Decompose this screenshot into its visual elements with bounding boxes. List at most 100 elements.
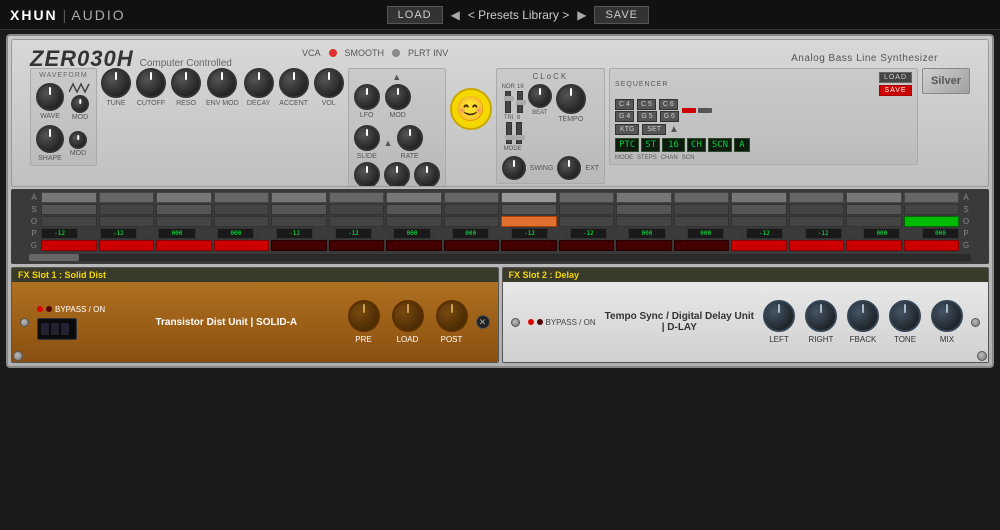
step-s-9[interactable] xyxy=(501,204,557,215)
seq-g6[interactable]: G 6 xyxy=(660,111,679,122)
step-a-13[interactable] xyxy=(731,192,787,203)
step-a-2[interactable] xyxy=(99,192,155,203)
step-g-14[interactable] xyxy=(789,240,845,251)
seq-g5[interactable]: G 5 xyxy=(637,111,656,122)
set-btn[interactable]: SET xyxy=(642,124,666,135)
step-g-2[interactable] xyxy=(99,240,155,251)
right-triangle[interactable]: ▶ xyxy=(577,8,586,22)
pitch-9[interactable]: -12 xyxy=(511,228,548,239)
left-triangle[interactable]: ◀ xyxy=(451,8,460,22)
step-o-9-orange[interactable] xyxy=(501,216,557,227)
wave-knob[interactable] xyxy=(36,83,64,111)
seq-g4[interactable]: G 4 xyxy=(615,111,634,122)
step-o-12[interactable] xyxy=(674,216,730,227)
step-s-15[interactable] xyxy=(846,204,902,215)
step-g-13[interactable] xyxy=(731,240,787,251)
mod-knob-wave[interactable] xyxy=(71,95,89,113)
step-a-12[interactable] xyxy=(674,192,730,203)
step-s-12[interactable] xyxy=(674,204,730,215)
seq-c5[interactable]: C 5 xyxy=(637,99,656,110)
pitch-5[interactable]: -12 xyxy=(276,228,313,239)
pitch-7[interactable]: 000 xyxy=(393,228,430,239)
step-o-8[interactable] xyxy=(444,216,500,227)
fx2-left-knob[interactable] xyxy=(763,300,795,332)
reso-knob[interactable] xyxy=(171,68,201,98)
pitch-1[interactable]: -12 xyxy=(41,228,78,239)
step-o-13[interactable] xyxy=(731,216,787,227)
step-s-6[interactable] xyxy=(329,204,385,215)
fx1-post-knob[interactable] xyxy=(436,300,468,332)
step-g-3[interactable] xyxy=(156,240,212,251)
pitch-16[interactable]: 000 xyxy=(922,228,959,239)
beat-knob[interactable] xyxy=(528,84,552,108)
step-g-4[interactable] xyxy=(214,240,270,251)
step-a-3[interactable] xyxy=(156,192,212,203)
step-s-3[interactable] xyxy=(156,204,212,215)
step-o-7[interactable] xyxy=(386,216,442,227)
lfo-mod-knob[interactable] xyxy=(354,84,380,110)
step-o-2[interactable] xyxy=(99,216,155,227)
step-a-5[interactable] xyxy=(271,192,327,203)
seq-c6[interactable]: C 6 xyxy=(659,99,678,110)
step-s-16[interactable] xyxy=(904,204,960,215)
step-g-7[interactable] xyxy=(386,240,442,251)
pitch-14[interactable]: -12 xyxy=(805,228,842,239)
step-g-11[interactable] xyxy=(616,240,672,251)
step-s-4[interactable] xyxy=(214,204,270,215)
rate-knob[interactable] xyxy=(397,125,423,151)
step-a-1[interactable] xyxy=(41,192,97,203)
seq-c4[interactable]: C 4 xyxy=(615,99,634,110)
pitch-11[interactable]: 000 xyxy=(628,228,665,239)
tempo-knob[interactable] xyxy=(556,84,586,114)
fx2-right-knob[interactable] xyxy=(805,300,837,332)
pitch-15[interactable]: 000 xyxy=(863,228,900,239)
slide-knob[interactable] xyxy=(354,125,380,151)
nor-slider[interactable] xyxy=(505,91,511,113)
step-o-5[interactable] xyxy=(271,216,327,227)
step-a-8[interactable] xyxy=(444,192,500,203)
fx2-fback-knob[interactable] xyxy=(847,300,879,332)
step-o-16-green[interactable] xyxy=(904,216,960,227)
step-o-11[interactable] xyxy=(616,216,672,227)
step-a-6[interactable] xyxy=(329,192,385,203)
shape-knob[interactable] xyxy=(36,125,64,153)
fx1-close-btn[interactable]: ✕ xyxy=(476,315,490,329)
step-g-16[interactable] xyxy=(904,240,960,251)
step-g-8[interactable] xyxy=(444,240,500,251)
pitch-13[interactable]: -12 xyxy=(746,228,783,239)
step-g-9[interactable] xyxy=(501,240,557,251)
step-a-9[interactable] xyxy=(501,192,557,203)
fx2-mix-knob[interactable] xyxy=(931,300,963,332)
pitch-8[interactable]: 000 xyxy=(452,228,489,239)
silver-badge[interactable]: Silver xyxy=(922,68,970,94)
step-o-4[interactable] xyxy=(214,216,270,227)
pitch-10[interactable]: -12 xyxy=(570,228,607,239)
step-a-16[interactable] xyxy=(904,192,960,203)
lfo-mod-knob2[interactable] xyxy=(385,84,411,110)
step-s-1[interactable] xyxy=(41,204,97,215)
step-s-8[interactable] xyxy=(444,204,500,215)
step-a-15[interactable] xyxy=(846,192,902,203)
swing-knob[interactable] xyxy=(502,156,526,180)
env-mod-knob[interactable] xyxy=(207,68,237,98)
num16-slider[interactable] xyxy=(517,91,523,113)
ext-knob[interactable] xyxy=(557,156,581,180)
step-g-10[interactable] xyxy=(559,240,615,251)
load-button[interactable]: LOAD xyxy=(387,6,443,24)
step-g-15[interactable] xyxy=(846,240,902,251)
step-s-2[interactable] xyxy=(99,204,155,215)
smiley-face[interactable]: 😊 xyxy=(450,88,492,130)
step-s-11[interactable] xyxy=(616,204,672,215)
seq-load-btn[interactable]: LOAD xyxy=(879,72,912,83)
decay-knob[interactable] xyxy=(244,68,274,98)
pitch-2[interactable]: -12 xyxy=(100,228,137,239)
pitch-6[interactable]: -12 xyxy=(335,228,372,239)
step-g-6[interactable] xyxy=(329,240,385,251)
save-button[interactable]: SAVE xyxy=(594,6,649,24)
dcf-knob[interactable] xyxy=(414,162,440,187)
accent-knob[interactable] xyxy=(279,68,309,98)
step-s-13[interactable] xyxy=(731,204,787,215)
fx2-tone-knob[interactable] xyxy=(889,300,921,332)
step-o-6[interactable] xyxy=(329,216,385,227)
cutoff-knob[interactable] xyxy=(136,68,166,98)
